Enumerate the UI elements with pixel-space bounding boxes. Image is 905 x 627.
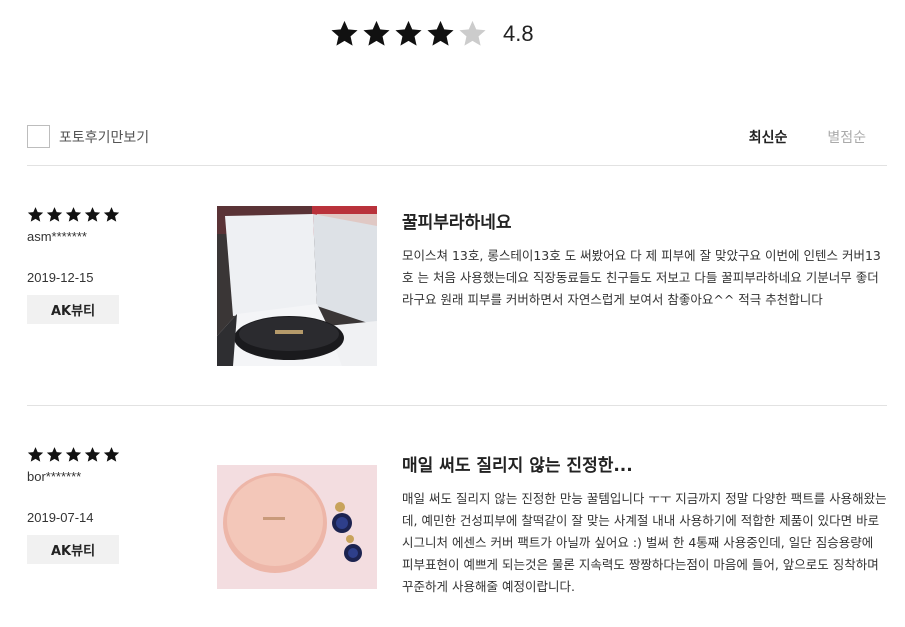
star-empty-icon: [459, 20, 486, 46]
review-page: 4.8 포토후기만보기 최신순 별점순 asm******* 2019-12-1…: [0, 0, 905, 627]
star-filled-icon: [395, 20, 422, 46]
review-filter-bar: 포토후기만보기 최신순 별점순: [27, 122, 887, 166]
star-filled-icon: [103, 447, 120, 462]
summary-stars: [330, 19, 487, 48]
photo-only-checkbox[interactable]: [27, 125, 50, 148]
star-filled-icon: [84, 207, 101, 222]
review-body: 매일 써도 질리지 않는 진정한 만능 꿀템입니다 ㅜㅜ 지금까지 정말 다양한…: [402, 491, 887, 594]
review-meta: bor******* 2019-07-14 AK뷰티: [27, 446, 120, 564]
star-filled-icon: [363, 20, 390, 46]
star-filled-icon: [103, 207, 120, 222]
review-photo[interactable]: [217, 465, 377, 589]
review-meta: asm******* 2019-12-15 AK뷰티: [27, 206, 120, 324]
star-filled-icon: [65, 207, 82, 222]
review-date: 2019-07-14: [27, 510, 94, 525]
review-title: 꿀피부라하네요: [402, 213, 512, 233]
star-filled-icon: [27, 447, 44, 462]
review-stars: [27, 446, 120, 463]
average-score: 4.8: [503, 20, 534, 46]
sort-latest[interactable]: 최신순: [749, 127, 788, 147]
photo-only-label: 포토후기만보기: [59, 129, 150, 146]
star-filled-icon: [46, 447, 63, 462]
star-filled-icon: [331, 20, 358, 46]
review-content: 매일 써도 질리지 않는 진정한... 매일 써도 질리지 않는 진정한 만능 …: [402, 451, 887, 598]
review-item: bor******* 2019-07-14 AK뷰티 매일 써도 질리지 않는 …: [27, 407, 887, 627]
star-filled-icon: [84, 447, 101, 462]
reviewer-id: bor*******: [27, 469, 82, 484]
sort-rating[interactable]: 별점순: [827, 127, 866, 147]
review-title: 매일 써도 질리지 않는 진정한...: [402, 456, 633, 476]
pink-compact-photo: [217, 465, 377, 589]
reviewer-id: asm*******: [27, 229, 87, 244]
star-filled-icon: [65, 447, 82, 462]
brand-badge: AK뷰티: [27, 535, 119, 564]
review-photo[interactable]: [217, 206, 377, 366]
open-product-box-photo: [217, 206, 377, 366]
rating-summary: 4.8: [330, 19, 534, 48]
review-date: 2019-12-15: [27, 270, 94, 285]
review-item: asm******* 2019-12-15 AK뷰티 꿀피부라하네요 모이스쳐 …: [27, 166, 887, 406]
star-filled-icon: [427, 20, 454, 46]
review-body: 모이스쳐 13호, 롱스테이13호 도 써봤어요 다 제 피부에 잘 맞았구요 …: [402, 248, 881, 307]
sort-options: 최신순 별점순: [749, 127, 866, 147]
review-content: 꿀피부라하네요 모이스쳐 13호, 롱스테이13호 도 써봤어요 다 제 피부에…: [402, 208, 887, 311]
photo-only-filter[interactable]: 포토후기만보기: [27, 125, 149, 148]
star-filled-icon: [46, 207, 63, 222]
brand-badge: AK뷰티: [27, 295, 119, 324]
star-filled-icon: [27, 207, 44, 222]
review-stars: [27, 206, 120, 223]
